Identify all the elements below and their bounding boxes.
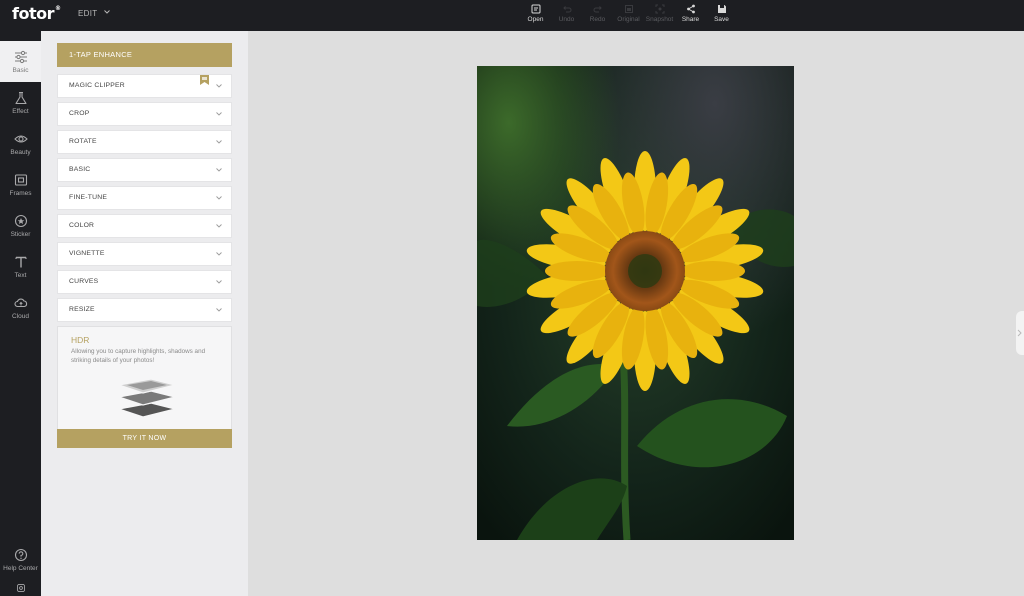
share-icon — [686, 4, 695, 14]
open-button[interactable]: Open — [520, 4, 551, 28]
accordion-crop[interactable]: CROP — [57, 102, 232, 126]
frame-icon — [14, 173, 27, 186]
top-bar: fotor® EDIT Open Undo Redo Original Snap… — [0, 0, 1024, 31]
nav-frames[interactable]: Frames — [0, 164, 41, 205]
edit-mode-dropdown[interactable]: EDIT — [78, 9, 110, 18]
fotor-logo[interactable]: fotor® — [12, 4, 61, 23]
share-button[interactable]: Share — [675, 4, 706, 28]
hdr-description: Allowing you to capture highlights, shad… — [71, 348, 206, 364]
original-icon — [624, 5, 633, 13]
accordion-basic[interactable]: BASIC — [57, 158, 232, 182]
redo-icon — [593, 6, 602, 13]
help-icon — [14, 548, 27, 561]
accordion-magic-clipper[interactable]: MAGIC CLIPPER — [57, 74, 232, 98]
chevron-down-icon — [216, 308, 222, 312]
accordion-label: VIGNETTE — [69, 250, 105, 257]
chevron-down-icon — [216, 252, 222, 256]
accordion-label: CROP — [69, 110, 90, 117]
accordion-label: COLOR — [69, 222, 95, 229]
snapshot-icon — [655, 4, 664, 14]
undo-button[interactable]: Undo — [551, 4, 582, 28]
accordion-label: BASIC — [69, 166, 91, 173]
chevron-right-icon — [1017, 329, 1022, 337]
accordion-curves[interactable]: CURVES — [57, 270, 232, 294]
chevron-down-icon — [216, 140, 222, 144]
sunflower-photo[interactable] — [477, 66, 794, 540]
sticker-icon — [14, 214, 27, 227]
snapshot-button[interactable]: Snapshot — [644, 4, 675, 28]
accordion-label: MAGIC CLIPPER — [69, 82, 125, 89]
try-it-now-button[interactable]: TRY IT NOW — [57, 429, 232, 448]
top-toolbar: Open Undo Redo Original Snapshot Share S… — [520, 4, 737, 28]
text-icon — [14, 256, 27, 267]
accordion-rotate[interactable]: ROTATE — [57, 130, 232, 154]
chevron-down-icon — [216, 224, 222, 228]
undo-icon — [562, 6, 571, 13]
accordion-label: CURVES — [69, 278, 99, 285]
accordion-label: ROTATE — [69, 138, 97, 145]
right-panel-toggle[interactable] — [1016, 311, 1024, 355]
eye-icon — [13, 134, 28, 143]
accordion-fine-tune[interactable]: FINE-TUNE — [57, 186, 232, 210]
sunflower-image — [477, 66, 794, 540]
edit-mode-label: EDIT — [78, 9, 98, 18]
accordion-resize[interactable]: RESIZE — [57, 298, 232, 322]
left-navigation: Basic Effect Beauty Frames Sticker Text … — [0, 31, 41, 596]
gear-icon — [16, 584, 25, 592]
save-button[interactable]: Save — [706, 4, 737, 28]
redo-button[interactable]: Redo — [582, 4, 613, 28]
nav-cloud[interactable]: Cloud — [0, 287, 41, 328]
nav-help-center[interactable]: Help Center — [0, 539, 41, 580]
nav-settings[interactable] — [0, 579, 41, 596]
chevron-down-icon — [216, 196, 222, 200]
layered-photos-icon — [116, 378, 176, 418]
chevron-down-icon — [216, 84, 222, 88]
chevron-down-icon — [216, 168, 222, 172]
chevron-down-icon — [216, 112, 222, 116]
nav-text[interactable]: Text — [0, 246, 41, 287]
one-tap-enhance-button[interactable]: 1-TAP ENHANCE — [57, 43, 232, 67]
accordion-color[interactable]: COLOR — [57, 214, 232, 238]
hdr-promo-card: HDR Allowing you to capture highlights, … — [57, 326, 232, 448]
cloud-icon — [13, 297, 27, 307]
nav-effect[interactable]: Effect — [0, 82, 41, 123]
save-icon — [717, 5, 726, 13]
bookmark-icon — [200, 75, 209, 85]
hdr-title: HDR — [71, 335, 90, 345]
nav-basic[interactable]: Basic — [0, 41, 41, 82]
editing-canvas — [248, 31, 1024, 596]
nav-beauty[interactable]: Beauty — [0, 123, 41, 164]
accordion-label: RESIZE — [69, 306, 95, 313]
accordion-label: FINE-TUNE — [69, 194, 108, 201]
basic-tools-panel: 1-TAP ENHANCE MAGIC CLIPPER CROP ROTATE … — [41, 31, 248, 596]
chevron-down-icon — [103, 10, 110, 14]
flask-icon — [14, 91, 27, 104]
nav-sticker[interactable]: Sticker — [0, 205, 41, 246]
accordion-vignette[interactable]: VIGNETTE — [57, 242, 232, 266]
original-button[interactable]: Original — [613, 4, 644, 28]
open-icon — [531, 4, 540, 14]
chevron-down-icon — [216, 280, 222, 284]
sliders-icon — [14, 50, 27, 63]
